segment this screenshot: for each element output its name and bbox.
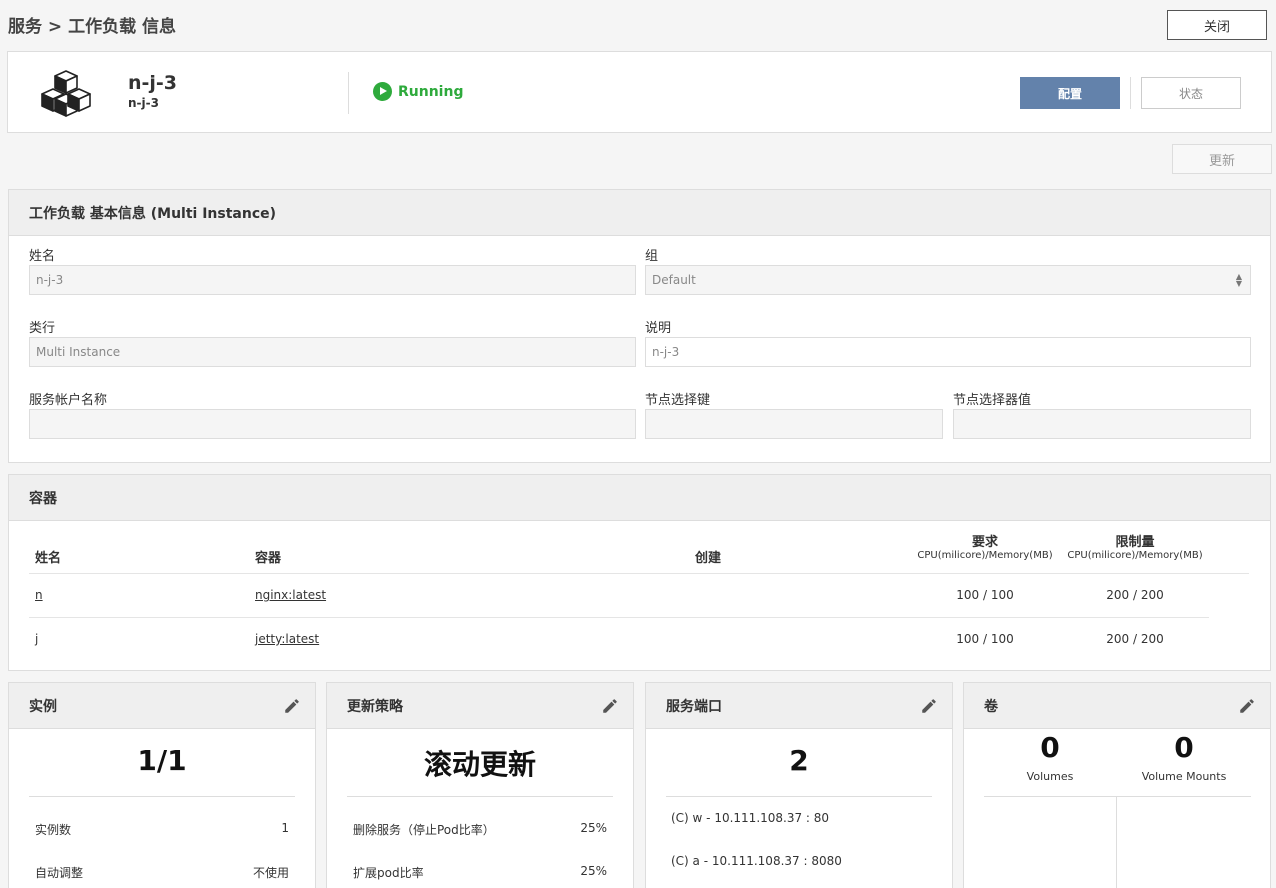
volumes-count: 0 [1040,731,1060,764]
close-button[interactable]: 关闭 [1167,10,1267,40]
type-label: 类行 [29,321,56,336]
type-field[interactable]: Multi Instance [29,337,636,367]
divider [1130,77,1131,109]
basic-info-panel: 工作负载 基本信息 (Multi Instance) 姓名 n-j-3 组 De… [8,189,1271,463]
group-select-value: Default [652,273,696,287]
container-limit: 200 / 200 [1106,632,1164,646]
volume-mounts-count: 0 [1174,731,1194,764]
card-title: 卷 [984,698,998,715]
card-header: 服务端口 [646,683,952,729]
divider [666,796,932,797]
status-indicator: Running [373,82,463,101]
divider [1116,796,1117,888]
container-limit: 200 / 200 [1106,588,1164,602]
max-surge-value: 25% [580,864,607,878]
node-selector-value-field[interactable] [953,409,1251,439]
divider [348,72,349,114]
pencil-icon[interactable] [1238,697,1256,715]
pencil-icon[interactable] [601,697,619,715]
port-item: (C) w - 10.111.108.37 : 80 [671,811,830,825]
instances-card: 实例 1/1 实例数 1 自动调整 不使用 [8,682,316,888]
col-header-created: 创建 [695,551,722,566]
update-strategy-card: 更新策略 滚动更新 删除服务（停止Pod比率） 25% 扩展pod比率 25% [326,682,634,888]
status-button[interactable]: 状态 [1141,77,1241,109]
top-bar: 服务 > 工作负载 信息 关闭 [0,0,1276,48]
breadcrumb: 服务 > 工作负载 信息 [8,17,176,37]
panel-title: 容器 [9,475,1270,521]
divider [29,617,1209,618]
max-unavailable-value: 25% [580,821,607,835]
divider [347,796,613,797]
group-label: 组 [645,249,659,264]
max-surge-label: 扩展pod比率 [353,866,424,880]
node-selector-value-label: 节点选择器值 [953,393,1032,408]
col-header-request-sub: CPU(milicore)/Memory(MB) [917,550,1053,561]
instance-count-value: 1 [281,821,289,835]
container-name: j [35,632,39,646]
divider [29,796,295,797]
group-select[interactable]: Default ▲ ▼ [645,265,1251,295]
instance-count-label: 实例数 [35,823,72,837]
volumes-card: 卷 0 Volumes 0 Volume Mounts [963,682,1271,888]
volumes-label: Volumes [1026,770,1074,783]
service-account-label: 服务帐户名称 [29,393,108,408]
workload-subtitle: n-j-3 [128,96,159,110]
container-image-link[interactable]: jetty:latest [255,632,319,646]
strategy-value: 滚动更新 [423,748,536,781]
container-image-link[interactable]: nginx:latest [255,588,326,602]
containers-panel: 容器 姓名 容器 创建 要求 CPU(milicore)/Memory(MB) … [8,474,1271,671]
status-text: Running [398,83,464,100]
cubes-icon [41,70,91,117]
autoscale-label: 自动调整 [35,866,84,880]
description-label: 说明 [645,321,672,336]
card-header: 更新策略 [327,683,633,729]
col-header-limit-sub: CPU(milicore)/Memory(MB) [1067,550,1203,561]
max-unavailable-label: 删除服务（停止Pod比率） [353,823,495,837]
node-selector-key-label: 节点选择键 [645,393,711,408]
description-field[interactable]: n-j-3 [645,337,1251,367]
workload-name: n-j-3 [128,72,178,94]
volume-mounts-label: Volume Mounts [1141,770,1227,783]
name-field[interactable]: n-j-3 [29,265,636,295]
card-title: 服务端口 [666,698,722,715]
panel-title: 工作负载 基本信息 (Multi Instance) [9,190,1270,236]
node-selector-key-field[interactable] [645,409,943,439]
card-header: 实例 [9,683,315,729]
workload-header: n-j-3 n-j-3 Running 配置 状态 [7,51,1272,133]
card-title: 更新策略 [347,698,403,715]
pencil-icon[interactable] [283,697,301,715]
container-request: 100 / 100 [956,588,1014,602]
service-ports-card: 服务端口 2 (C) w - 10.111.108.37 : 80 (C) a … [645,682,953,888]
instances-value: 1/1 [137,744,187,777]
container-name-link[interactable]: n [35,588,43,602]
autoscale-value: 不使用 [252,866,289,880]
pencil-icon[interactable] [920,697,938,715]
config-button[interactable]: 配置 [1020,77,1120,109]
col-header-container: 容器 [255,551,282,566]
card-header: 卷 [964,683,1270,729]
container-request: 100 / 100 [956,632,1014,646]
service-account-field[interactable] [29,409,636,439]
port-item: (C) a - 10.111.108.37 : 8080 [671,854,842,868]
update-button[interactable]: 更新 [1172,144,1272,174]
card-title: 实例 [29,698,57,715]
select-arrows-icon: ▲ ▼ [1235,272,1242,288]
ports-count: 2 [789,744,809,777]
play-circle-icon [373,82,392,101]
name-label: 姓名 [29,249,56,264]
divider [984,796,1251,797]
col-header-name: 姓名 [35,551,62,566]
col-header-request: 要求 [971,535,998,550]
col-header-limit: 限制量 [1115,535,1155,550]
divider [29,573,1249,574]
